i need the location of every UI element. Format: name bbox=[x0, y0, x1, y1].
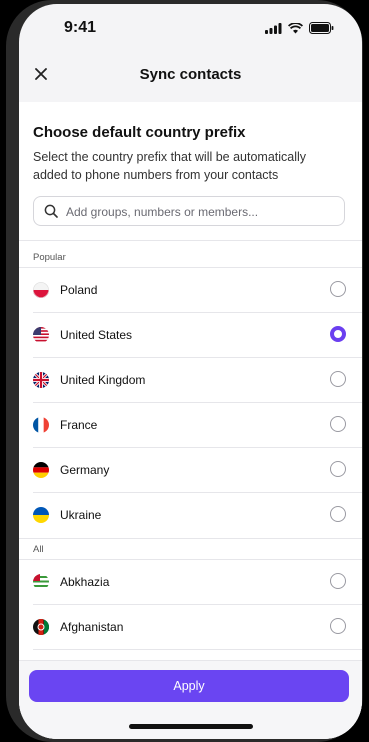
wifi-icon bbox=[288, 22, 303, 33]
radio-button[interactable] bbox=[330, 506, 346, 522]
country-name: Afghanistan bbox=[60, 620, 124, 634]
abkhazia-flag-icon bbox=[33, 574, 49, 590]
section-divider bbox=[19, 240, 362, 241]
radio-button[interactable] bbox=[330, 416, 346, 432]
section-heading: Choose default country prefix bbox=[33, 124, 246, 141]
united-kingdom-flag-icon bbox=[33, 372, 49, 388]
search-icon bbox=[44, 204, 58, 218]
signal-icon bbox=[265, 22, 282, 34]
country-name: Abkhazia bbox=[60, 575, 110, 589]
poland-flag-icon bbox=[33, 282, 49, 298]
home-indicator bbox=[129, 724, 253, 729]
radio-button[interactable] bbox=[330, 461, 346, 477]
ukraine-flag-icon bbox=[33, 507, 49, 523]
country-name: United States bbox=[60, 328, 133, 342]
radio-button[interactable] bbox=[330, 573, 346, 589]
country-name: Poland bbox=[60, 283, 98, 297]
screen: 9:41 Sync contacts Choose default countr… bbox=[19, 4, 362, 739]
search-input[interactable] bbox=[64, 197, 336, 227]
section-divider bbox=[19, 538, 362, 539]
status-icons bbox=[265, 22, 334, 34]
page-title: Sync contacts bbox=[139, 66, 242, 83]
country-name: Ukraine bbox=[60, 508, 102, 522]
apply-button[interactable]: Apply bbox=[29, 670, 349, 702]
country-row-germany[interactable]: Germany bbox=[19, 448, 362, 493]
status-bar: 9:41 bbox=[19, 4, 362, 50]
country-row-ukraine[interactable]: Ukraine bbox=[19, 493, 362, 538]
battery-icon bbox=[309, 22, 334, 34]
section-label-all: All bbox=[33, 544, 44, 555]
search-field[interactable] bbox=[33, 196, 345, 227]
radio-button[interactable] bbox=[330, 618, 346, 634]
country-row-abkhazia[interactable]: Abkhazia bbox=[19, 560, 362, 605]
country-name: Germany bbox=[60, 463, 110, 477]
germany-flag-icon bbox=[33, 462, 49, 478]
footer: Apply bbox=[19, 660, 362, 739]
radio-button[interactable] bbox=[330, 281, 346, 297]
section-description: Select the country prefix that will be a… bbox=[33, 150, 307, 182]
country-name: France bbox=[60, 418, 98, 432]
country-row-france[interactable]: France bbox=[19, 403, 362, 448]
radio-button-selected[interactable] bbox=[330, 326, 346, 342]
phone-frame: 9:41 Sync contacts Choose default countr… bbox=[6, 0, 363, 742]
section-label-popular: Popular bbox=[33, 252, 66, 263]
country-row-united-kingdom[interactable]: United Kingdom bbox=[19, 358, 362, 403]
main-content: Choose default country prefix Select the… bbox=[19, 102, 362, 739]
country-name: United Kingdom bbox=[60, 373, 146, 387]
country-row-united-states[interactable]: United States bbox=[19, 313, 362, 358]
country-row-afghanistan[interactable]: Afghanistan bbox=[19, 605, 362, 650]
navigation-bar: Sync contacts bbox=[19, 50, 362, 103]
status-time: 9:41 bbox=[64, 19, 97, 36]
country-row-poland[interactable]: Poland bbox=[19, 268, 362, 313]
afghanistan-flag-icon bbox=[33, 619, 49, 635]
united-states-flag-icon bbox=[33, 327, 49, 343]
radio-button[interactable] bbox=[330, 371, 346, 387]
france-flag-icon bbox=[33, 417, 49, 433]
